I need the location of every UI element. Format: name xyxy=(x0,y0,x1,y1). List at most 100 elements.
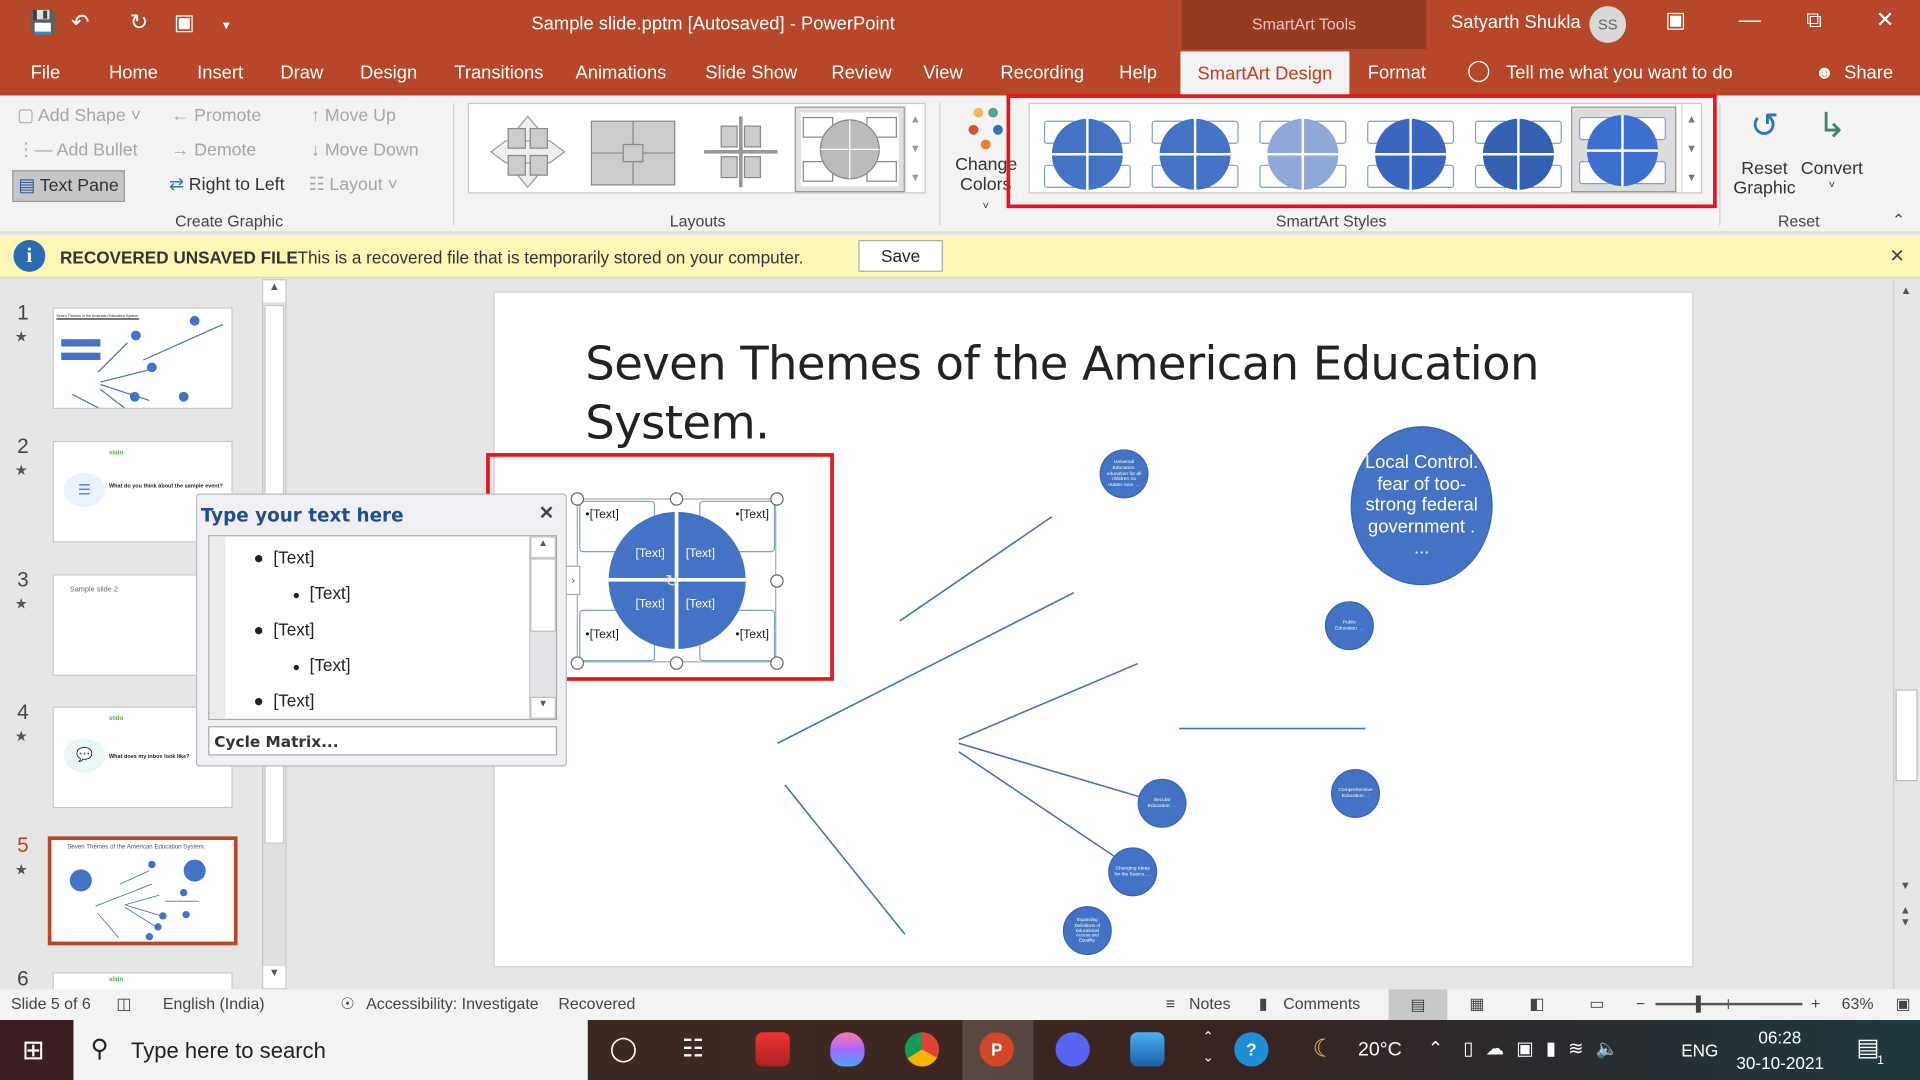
zoom-slider[interactable] xyxy=(1655,995,1803,1013)
undo-icon[interactable]: ↶ xyxy=(71,10,89,36)
chrome-icon[interactable] xyxy=(904,1032,940,1067)
connector-line[interactable] xyxy=(784,784,906,935)
tab-animations[interactable]: Animations xyxy=(576,62,667,83)
promote-button[interactable]: ← Promote xyxy=(171,107,261,127)
tab-recording[interactable]: Recording xyxy=(1000,62,1084,83)
cortana-icon[interactable]: ◯ xyxy=(610,1033,637,1064)
zoom-slider-thumb[interactable] xyxy=(1696,995,1702,1013)
move-down-button[interactable]: ↓ Move Down xyxy=(311,141,419,161)
tab-slide-show[interactable]: Slide Show xyxy=(705,62,797,83)
bullet-item[interactable]: ● [Text] xyxy=(253,547,314,567)
text-pane-button[interactable]: ▤ Text Pane xyxy=(12,170,125,203)
comments-button[interactable]: Comments xyxy=(1283,994,1360,1012)
tab-help[interactable]: Help xyxy=(1119,62,1157,83)
slideshow-button[interactable]: ▭ xyxy=(1589,994,1604,1014)
help-icon[interactable]: ? xyxy=(1234,1032,1269,1067)
smartart-style-option-6[interactable] xyxy=(1571,106,1677,193)
notification-icon[interactable]: ▤ xyxy=(1856,1032,1879,1063)
tab-format[interactable]: Format xyxy=(1368,62,1426,83)
resize-handle[interactable] xyxy=(770,574,784,588)
slide-scrollbar[interactable]: ▲ ▼ ▲ ▼ xyxy=(1893,279,1918,990)
slide-counter[interactable]: Slide 5 of 6 xyxy=(11,994,91,1012)
smartart-cycle-matrix[interactable]: •[Text] •[Text] •[Text] •[Text] [Text] [… xyxy=(565,492,784,670)
tab-smartart-design[interactable]: SmartArt Design xyxy=(1180,51,1350,96)
save-icon[interactable]: 💾 xyxy=(29,10,56,36)
fit-slide-icon[interactable]: ▣ xyxy=(1896,994,1911,1014)
right-to-left-button[interactable]: ⇄ Right to Left xyxy=(169,175,285,195)
scroll-thumb[interactable] xyxy=(1895,689,1918,782)
save-button[interactable]: Save xyxy=(858,240,943,272)
layouts-scroll[interactable]: ▲ ▼ ▼ xyxy=(904,104,925,193)
convert-button[interactable]: ↳ Convert ˅ xyxy=(1798,105,1867,191)
close-text-pane-icon[interactable]: ✕ xyxy=(539,502,554,524)
text-pane-toggle[interactable]: › xyxy=(565,565,581,596)
resize-handle[interactable] xyxy=(770,492,784,506)
weather-temp[interactable]: 20°C xyxy=(1358,1040,1402,1062)
connector-line[interactable] xyxy=(958,662,1138,741)
connector-line[interactable] xyxy=(899,516,1053,622)
text-pane-layout-link[interactable]: Cycle Matrix... xyxy=(208,726,558,756)
ribbon-display-icon[interactable]: ▣ xyxy=(1665,7,1686,33)
reading-view-button[interactable]: ◧ xyxy=(1529,994,1544,1014)
tab-draw[interactable]: Draw xyxy=(280,62,323,83)
tray-chevron-icon[interactable]: ⌃ xyxy=(1428,1037,1443,1059)
layout-option-3[interactable] xyxy=(694,114,792,190)
photos-icon[interactable] xyxy=(1130,1032,1165,1067)
taskbar-search[interactable]: ⚲ Type here to search xyxy=(73,1020,588,1080)
add-shape-button[interactable]: ▢ Add Shape ˅ xyxy=(17,107,141,127)
layout-option-cycle-matrix-selected[interactable] xyxy=(794,106,905,193)
tell-me-search[interactable]: Tell me what you want to do xyxy=(1506,62,1733,83)
tab-home[interactable]: Home xyxy=(109,62,158,83)
tab-design[interactable]: Design xyxy=(360,62,417,83)
windows-start-icon[interactable]: ⊞ xyxy=(22,1035,45,1067)
connector-line[interactable] xyxy=(958,751,1116,858)
layout-option-2[interactable] xyxy=(587,114,685,190)
avatar[interactable]: SS xyxy=(1589,6,1627,43)
theme-circle-universal-education[interactable]: Universal Education. education for all c… xyxy=(1099,449,1149,499)
slide-sorter-button[interactable]: ▦ xyxy=(1469,994,1484,1014)
tab-insert[interactable]: Insert xyxy=(197,62,243,83)
notes-button[interactable]: Notes xyxy=(1189,994,1231,1012)
resize-handle[interactable] xyxy=(570,656,585,670)
zoom-out-button[interactable]: − xyxy=(1636,994,1645,1012)
layout-button[interactable]: ☷ Layout ˅ xyxy=(309,175,398,195)
theme-circle-public-education[interactable]: Public Education. . . xyxy=(1324,601,1374,651)
close-icon[interactable]: ✕ xyxy=(1876,7,1894,33)
user-name[interactable]: Satyarth Shukla xyxy=(1451,12,1581,33)
restore-icon[interactable]: ⧉ xyxy=(1806,7,1822,33)
tab-view[interactable]: View xyxy=(923,62,962,83)
smartart-style-option-4[interactable] xyxy=(1360,111,1456,190)
collapse-ribbon-icon[interactable]: ⌃ xyxy=(1892,211,1905,231)
input-language[interactable]: ENG xyxy=(1681,1041,1718,1061)
show-hidden-icons[interactable]: ⌃ ⌄ xyxy=(1202,1027,1213,1069)
spellcheck-icon[interactable]: ◫ xyxy=(116,994,131,1014)
reset-graphic-button[interactable]: ↺ Reset Graphic xyxy=(1731,105,1797,199)
theme-circle-expanding-definitions[interactable]: Expanding Definitions of Educational Acc… xyxy=(1062,906,1112,956)
bullet-item[interactable]: ● [Text] xyxy=(293,583,351,603)
present-icon[interactable]: ▣ xyxy=(174,10,195,36)
task-view-icon[interactable]: ☷ xyxy=(682,1033,704,1064)
bullet-item[interactable]: ● [Text] xyxy=(253,691,314,711)
share-button[interactable]: Share xyxy=(1844,62,1893,83)
smartart-style-option-5[interactable] xyxy=(1468,111,1564,190)
theme-circle-changing-ideas[interactable]: Changing Ideas for the Basics. ... xyxy=(1108,847,1158,897)
redo-icon[interactable]: ↻ xyxy=(130,10,148,36)
tab-transitions[interactable]: Transitions xyxy=(454,62,543,83)
zoom-in-button[interactable]: + xyxy=(1811,994,1820,1012)
styles-scroll[interactable]: ▲ ▼ ▼ xyxy=(1681,104,1701,193)
powerpoint-icon[interactable]: P xyxy=(979,1032,1014,1067)
add-bullet-button[interactable]: ⋮— Add Bullet xyxy=(17,141,137,161)
resize-handle[interactable] xyxy=(770,656,784,670)
demote-button[interactable]: → Demote xyxy=(171,141,256,161)
slide-thumbnail-5-active[interactable]: Seven Themes of the American Education S… xyxy=(47,836,238,946)
discord-icon[interactable] xyxy=(1055,1032,1090,1067)
paint-icon[interactable] xyxy=(830,1032,865,1067)
tab-review[interactable]: Review xyxy=(831,62,891,83)
rotate-icon[interactable]: ↻ xyxy=(665,571,679,592)
smartart-style-option-1[interactable] xyxy=(1037,111,1133,190)
bullet-item[interactable]: ● [Text] xyxy=(293,655,351,675)
move-up-button[interactable]: ↑ Move Up xyxy=(311,107,396,127)
text-pane-scrollbar[interactable]: ▲ ▼ xyxy=(528,536,556,719)
clock-time[interactable]: 06:28 xyxy=(1758,1027,1801,1047)
smartart-circle[interactable]: [Text] [Text] [Text] [Text] ↻ xyxy=(608,511,746,649)
